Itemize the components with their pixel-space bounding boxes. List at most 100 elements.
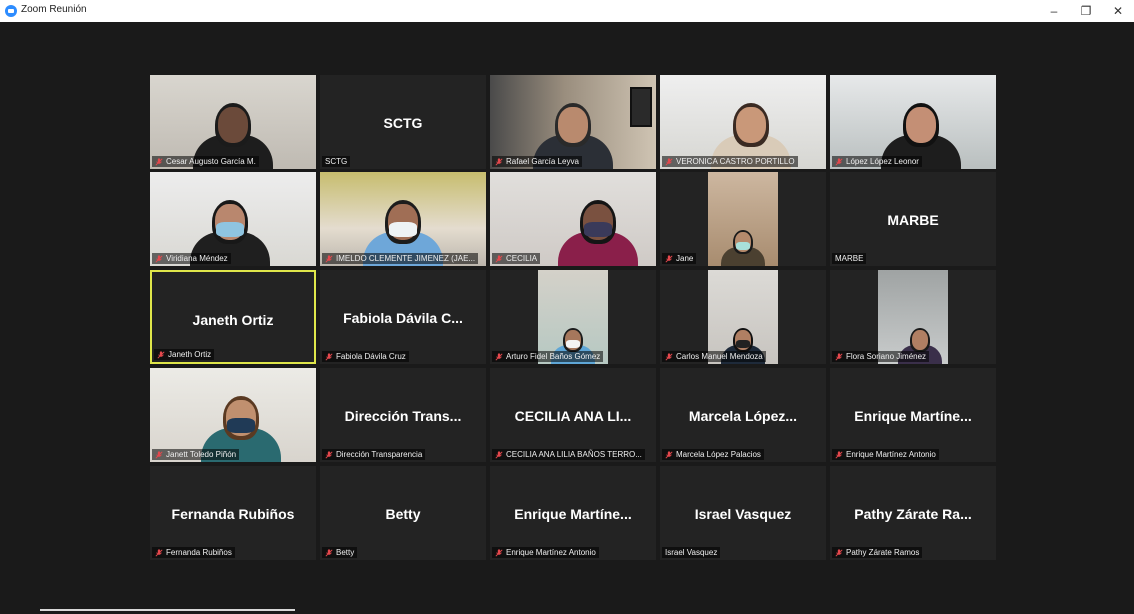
participant-tile[interactable]: Flora Soriano Jiménez [830,270,996,364]
person-figure [830,75,996,169]
participant-name-label: Fabiola Dávila Cruz [322,351,409,362]
participant-display-name: Dirección Trans... [344,408,462,424]
participant-tile[interactable]: IMELDO CLEMENTE JIMENEZ (JAE... [320,172,486,266]
participant-name-label: Jane [662,253,697,264]
participant-tile[interactable]: CECILIA [490,172,656,266]
participant-name-label: Janett Toledo Piñón [152,449,240,460]
participant-name: Enrique Martínez Antonio [846,450,936,459]
mic-muted-icon [157,350,165,359]
participant-tile[interactable]: Janett Toledo Piñón [150,368,316,462]
participant-name: Fernanda Rubiños [166,548,232,557]
participant-name: Janett Toledo Piñón [166,450,237,459]
participant-tile[interactable]: VERONICA CASTRO PORTILLO [660,75,826,169]
participant-video [708,270,778,364]
participant-tile[interactable]: Rafael García Leyva [490,75,656,169]
participant-tile[interactable]: Cesar Augusto García M. [150,75,316,169]
participant-name: Pathy Zárate Ramos [846,548,920,557]
participant-video [320,172,486,266]
participant-name-label: Viridiana Méndez [152,253,231,264]
participant-name: CECILIA ANA LILIA BAÑOS TERRO... [506,450,642,459]
person-figure [150,172,316,266]
mic-muted-icon [155,157,163,166]
person-figure [878,270,948,364]
mic-muted-icon [835,352,843,361]
participant-name: Viridiana Méndez [166,254,228,263]
participant-name-label: Enrique Martínez Antonio [832,449,939,460]
participant-name-label: Flora Soriano Jiménez [832,351,930,362]
participant-tile[interactable]: Pathy Zárate Ra... Pathy Zárate Ramos [830,466,996,560]
participant-tile[interactable]: Janeth Ortiz Janeth Ortiz [150,270,316,364]
participant-name: Enrique Martínez Antonio [506,548,596,557]
participant-tile[interactable]: Fabiola Dávila C... Fabiola Dávila Cruz [320,270,486,364]
participant-tile[interactable]: Viridiana Méndez [150,172,316,266]
participant-name-label: CECILIA [492,253,541,264]
mic-muted-icon [665,157,673,166]
participant-video [660,75,826,169]
zoom-app-icon [5,5,17,17]
participant-tile[interactable]: Enrique Martíne... Enrique Martínez Anton… [490,466,656,560]
participant-video [150,172,316,266]
participant-tile[interactable]: Israel Vasquez Israel Vasquez [660,466,826,560]
participant-name-label: Carlos Manuel Mendoza [662,351,766,362]
participant-tile[interactable]: Arturo Fidel Baños Gómez [490,270,656,364]
participant-tile[interactable]: Fernanda Rubiños Fernanda Rubiños [150,466,316,560]
participant-name-label: Fernanda Rubiños [152,547,235,558]
participant-video [490,172,656,266]
participant-display-name: MARBE [887,212,939,228]
participant-name: Marcela López Palacios [676,450,761,459]
mic-muted-icon [325,352,333,361]
mic-muted-icon [325,450,333,459]
mic-muted-icon [495,450,503,459]
participant-name: CECILIA [506,254,538,263]
person-figure [320,172,486,266]
participant-tile[interactable]: CECILIA ANA LI... CECILIA ANA LILIA BAÑOS… [490,368,656,462]
person-figure [150,368,316,462]
participant-name-label: López López Leonor [832,156,922,167]
wall-frame [630,87,652,127]
participant-name-label: Rafael García Leyva [492,156,582,167]
participant-name-label: SCTG [322,156,351,167]
participant-name: Carlos Manuel Mendoza [676,352,763,361]
participant-name-label: Pathy Zárate Ramos [832,547,923,558]
participant-tile[interactable]: Marcela López... Marcela López Palacios [660,368,826,462]
participant-display-name: Enrique Martíne... [854,408,972,424]
participant-tile[interactable]: SCTG SCTG [320,75,486,169]
participant-display-name: Janeth Ortiz [192,312,274,328]
mic-muted-icon [495,352,503,361]
participant-name: Cesar Augusto García M. [166,157,256,166]
participant-video [538,270,608,364]
participant-tile[interactable]: Carlos Manuel Mendoza [660,270,826,364]
participant-display-name: CECILIA ANA LI... [514,408,632,424]
mic-muted-icon [835,548,843,557]
person-figure [538,270,608,364]
participant-name-label: Enrique Martínez Antonio [492,547,599,558]
participant-display-name: SCTG [383,115,423,131]
participant-tile[interactable]: López López Leonor [830,75,996,169]
person-figure [708,270,778,364]
participant-tile[interactable]: Enrique Martíne... Enrique Martínez Anton… [830,368,996,462]
participant-name-label: Arturo Fidel Baños Gómez [492,351,604,362]
mic-muted-icon [835,157,843,166]
participant-display-name: Fabiola Dávila C... [343,310,463,326]
participant-tile[interactable]: Jane [660,172,826,266]
participant-name-label: Marcela López Palacios [662,449,764,460]
participant-tile[interactable]: Betty Betty [320,466,486,560]
mic-muted-icon [325,548,333,557]
participant-name: Betty [336,548,355,557]
restore-button[interactable]: ❐ [1071,0,1101,22]
participant-name-label: Israel Vasquez [662,547,721,558]
participant-name-label: Betty [322,547,358,558]
participant-tile[interactable]: MARBE MARBE [830,172,996,266]
participant-name: Flora Soriano Jiménez [846,352,927,361]
mic-muted-icon [835,450,843,459]
participant-display-name: Israel Vasquez [694,506,792,522]
participant-name: Israel Vasquez [665,548,718,557]
close-button[interactable]: ✕ [1103,0,1133,22]
mic-muted-icon [495,157,503,166]
mic-muted-icon [495,548,503,557]
minimize-button[interactable]: – [1039,0,1069,22]
participant-name-label: Dirección Transparencia [322,449,426,460]
participant-name: VERONICA CASTRO PORTILLO [676,157,795,166]
participant-tile[interactable]: Dirección Trans... Dirección Transparenci… [320,368,486,462]
participant-video [150,368,316,462]
